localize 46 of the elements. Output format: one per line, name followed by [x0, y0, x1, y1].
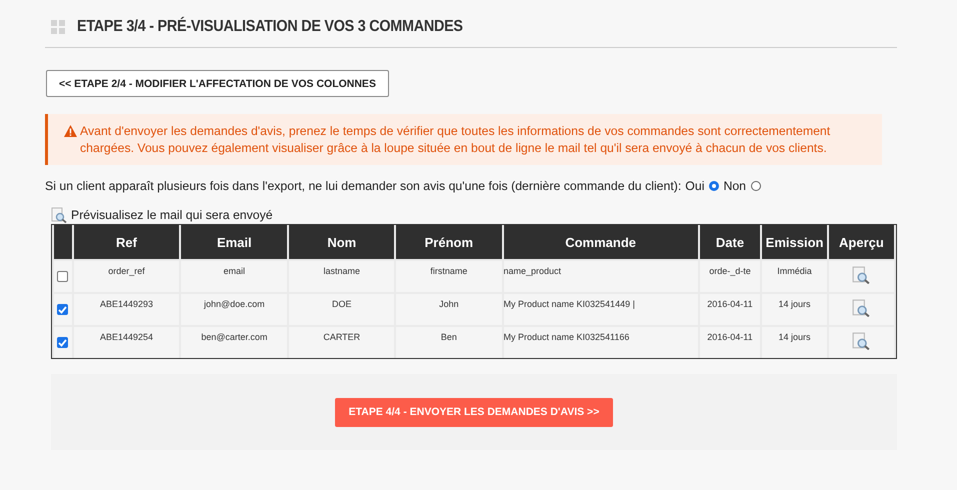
table-cell: DOE — [332, 299, 352, 309]
table-cell: My Product name KI032541166 — [504, 332, 630, 342]
table-cell: 2016-04-11 — [707, 332, 753, 342]
table-cell: lastname — [324, 266, 360, 276]
column-header: Emission — [762, 225, 827, 259]
table-cell: ABE1449293 — [100, 299, 153, 309]
table-cell: orde-_d-te — [709, 266, 751, 276]
column-header: Nom — [289, 225, 394, 259]
table-cell: CARTER — [323, 332, 360, 342]
column-header: Commande — [504, 225, 698, 259]
column-header: Aperçu — [828, 225, 894, 259]
radio-button[interactable] — [709, 181, 720, 191]
preview-icon[interactable] — [852, 332, 870, 350]
alert-text: Avant d'envoyer les demandes d'avis, prenez le temps de vérifier que toutes les informations de vos commandes sont correctementement chargées. Vous pouvez également visualiser grâce à la loupe située en bout de ligne le mail tel qu'il sera envoyé à chacun de vos clients. — [80, 123, 832, 157]
row-checkbox[interactable] — [57, 337, 68, 348]
warning-icon — [64, 125, 77, 137]
option-label: Oui — [685, 179, 704, 193]
column-header: Email — [181, 225, 288, 259]
table-cell: email — [224, 266, 246, 276]
table-cell: name_product — [504, 266, 562, 276]
row-checkbox[interactable] — [57, 271, 68, 282]
grid-icon — [51, 20, 65, 34]
radio-button[interactable] — [751, 181, 761, 191]
table-cell: Immédia — [777, 266, 812, 276]
table-cell: firstname — [430, 266, 468, 276]
table-cell: Ben — [440, 332, 457, 342]
column-header: Prénom — [396, 225, 502, 259]
row-checkbox[interactable] — [57, 304, 68, 316]
preview-icon[interactable] — [852, 266, 870, 284]
preview-icon[interactable] — [852, 299, 870, 317]
table-cell: 14 jours — [778, 332, 811, 342]
column-header: Ref — [74, 225, 180, 259]
column-header: Date — [700, 225, 760, 259]
table-cell: ABE1449254 — [100, 332, 153, 342]
back-button[interactable]: << ETAPE 2/4 - MODIFIER L'AFFECTATION DE VOS COLONNES — [46, 70, 389, 97]
table-cell: John — [439, 299, 459, 309]
table-cell: john@doe.com — [204, 299, 265, 309]
table-cell: 2016-04-11 — [707, 299, 753, 309]
table-cell: order_ref — [108, 266, 145, 276]
table-cell: 14 jours — [778, 299, 811, 309]
preview-hint: Prévisualisez le mail qui sera envoyé — [71, 208, 273, 222]
table-cell: ben@carter.com — [201, 332, 268, 342]
option-label: Non — [723, 179, 746, 193]
table-cell: My Product name KI032541449 | — [504, 299, 635, 309]
dedupe-question: Si un client apparaît plusieurs fois dans l'export, ne lui demander son avis qu'une fois (dernière commande du client): — [45, 179, 682, 193]
page-title: ETAPE 3/4 - PRÉ-VISUALISATION DE VOS 3 COMMANDES — [77, 18, 463, 36]
